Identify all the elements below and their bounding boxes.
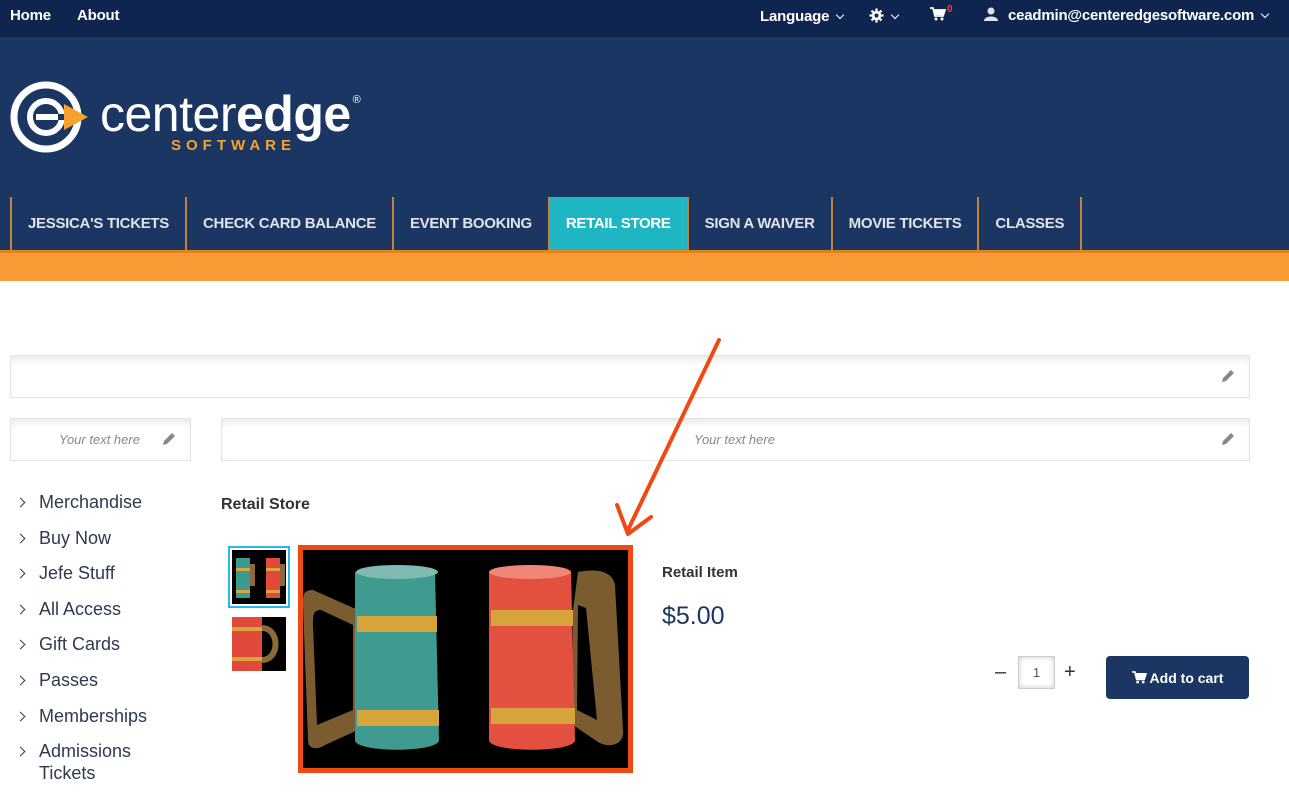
- chevron-right-icon: [15, 568, 26, 579]
- sidebar-item-label: Passes: [39, 669, 99, 690]
- user-icon: [984, 7, 998, 21]
- pencil-icon[interactable]: [1221, 432, 1235, 446]
- text-placeholder: Your text here: [59, 432, 140, 447]
- mugs-thumbnail-image: [232, 550, 286, 604]
- registered-mark: ®: [352, 94, 361, 106]
- nav-item-movie-tickets[interactable]: MOVIE TICKETS: [830, 197, 978, 250]
- main-nav: JESSICA'S TICKETS CHECK CARD BALANCE EVE…: [10, 197, 1083, 250]
- cart-count-badge: 0: [947, 4, 953, 15]
- nav-item-classes[interactable]: CLASSES: [977, 197, 1083, 250]
- brand-logo[interactable]: [10, 79, 90, 160]
- product-thumbnail-1[interactable]: [228, 546, 290, 608]
- language-dropdown[interactable]: Language: [760, 8, 845, 25]
- sidebar-item-gift-cards[interactable]: Gift Cards: [15, 634, 147, 656]
- product-thumbnail-2[interactable]: [232, 617, 286, 671]
- text-placeholder: Your text here: [694, 432, 775, 447]
- quantity-decrement-button[interactable]: –: [995, 661, 1006, 684]
- chevron-down-icon: [836, 10, 845, 20]
- user-email: ceadmin@centeredgesoftware.com: [1007, 7, 1255, 24]
- gear-icon: [869, 8, 884, 23]
- about-link[interactable]: About: [77, 7, 120, 24]
- chevron-down-icon: [890, 10, 900, 20]
- add-to-cart-button[interactable]: Add to cart: [1106, 656, 1249, 699]
- brand-name-light: center: [100, 86, 236, 142]
- product-name: Retail Item: [662, 564, 738, 581]
- nav-item-retail-store[interactable]: RETAIL STORE: [547, 197, 687, 250]
- nav-item-sign-a-waiver[interactable]: SIGN A WAIVER: [686, 197, 831, 250]
- site-header: centeredge ® SOFTWARE JESSICA'S TICKETS C…: [0, 37, 1289, 250]
- mug-thumbnail-image: [232, 617, 286, 671]
- user-menu[interactable]: ceadmin@centeredgesoftware.com: [984, 7, 1270, 24]
- nav-item-event-booking[interactable]: EVENT BOOKING: [391, 197, 548, 250]
- quantity-increment-button[interactable]: +: [1064, 661, 1076, 684]
- nav-item-jessicas-tickets[interactable]: JESSICA'S TICKETS: [10, 197, 185, 250]
- pencil-icon[interactable]: [1221, 369, 1235, 383]
- sidebar-item-label: All Access: [39, 598, 122, 619]
- category-sidebar: Merchandise Buy Now Jefe Stuff All Acces…: [15, 492, 147, 797]
- sidebar-item-buy-now[interactable]: Buy Now: [15, 528, 147, 550]
- sidebar-item-label: Tickets: [39, 762, 96, 783]
- chevron-right-icon: [15, 497, 26, 508]
- quantity-input[interactable]: 1: [1018, 656, 1055, 689]
- sidebar-item-label: Merchandise: [39, 492, 143, 512]
- header-accent-band: [0, 250, 1289, 281]
- sidebar-item-jefe-stuff[interactable]: Jefe Stuff: [15, 563, 147, 585]
- sidebar-item-memberships[interactable]: Memberships: [15, 706, 147, 728]
- chevron-right-icon: [15, 675, 26, 686]
- sidebar-item-passes[interactable]: Passes: [15, 670, 147, 692]
- cart-link[interactable]: 0: [930, 4, 953, 25]
- sidebar-item-label: Buy Now: [39, 527, 112, 548]
- top-bar: Home About Language 0 ceadmin@centeredge…: [0, 0, 1289, 37]
- cart-icon: [1131, 671, 1147, 684]
- sidebar-item-all-access[interactable]: All Access: [15, 599, 147, 621]
- chevron-right-icon: [15, 533, 26, 544]
- sidebar-item-label: Jefe Stuff: [39, 563, 115, 584]
- sidebar-item-merchandise[interactable]: Merchandise: [15, 492, 147, 514]
- sidebar-item-label: Gift Cards: [39, 634, 121, 655]
- cart-icon: [930, 7, 947, 21]
- mugs-photo: [303, 550, 628, 768]
- brand-subtitle: SOFTWARE: [171, 137, 296, 154]
- chevron-right-icon: [15, 711, 26, 722]
- chevron-right-icon: [15, 639, 26, 650]
- sidebar-item-label: Memberships: [39, 705, 148, 726]
- chevron-down-icon: [1260, 9, 1270, 19]
- nav-item-check-card-balance[interactable]: CHECK CARD BALANCE: [185, 197, 392, 250]
- logo-mark-icon: [10, 81, 88, 153]
- add-to-cart-label: Add to cart: [1149, 669, 1224, 686]
- editable-left-block[interactable]: Your text here: [10, 418, 191, 461]
- pencil-icon[interactable]: [162, 432, 176, 446]
- editable-right-block[interactable]: Your text here: [221, 418, 1250, 461]
- page-title: Retail Store: [221, 496, 310, 513]
- product-price: $5.00: [662, 602, 725, 630]
- sidebar-item-label: Admissions: [39, 741, 132, 762]
- chevron-right-icon: [15, 746, 26, 757]
- brand-name: centeredge ®: [100, 86, 361, 142]
- language-label: Language: [760, 8, 830, 25]
- home-link[interactable]: Home: [10, 7, 51, 24]
- settings-dropdown[interactable]: [869, 8, 900, 25]
- product-main-image[interactable]: [298, 545, 633, 773]
- chevron-right-icon: [15, 604, 26, 615]
- brand-name-bold: edge: [235, 86, 351, 142]
- sidebar-item-admissions-tickets[interactable]: Admissions Tickets: [15, 741, 147, 784]
- editable-banner-block[interactable]: [10, 355, 1250, 398]
